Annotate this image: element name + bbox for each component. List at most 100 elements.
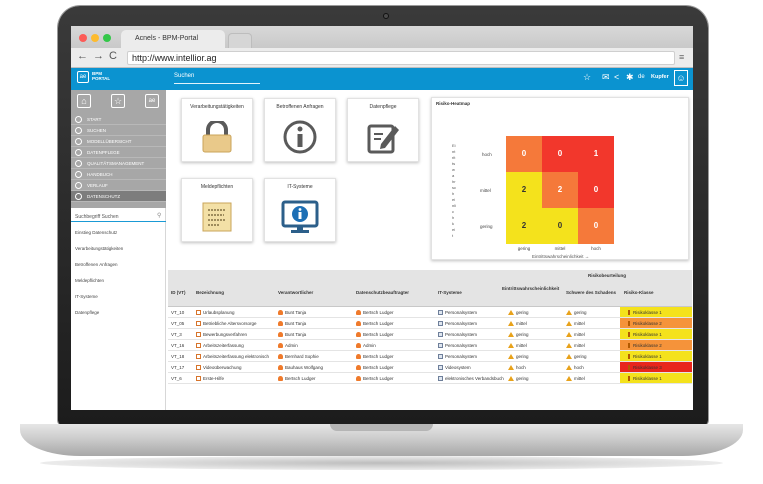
minimize-window-icon[interactable] <box>91 34 99 42</box>
col-header-schwere[interactable]: Schwere des Schadens <box>566 290 616 295</box>
sidebar-item-qualitaetsmanagement[interactable]: QUALITÄTSMANAGEMENT <box>71 158 166 169</box>
person-icon <box>278 310 283 315</box>
person-icon <box>278 321 283 326</box>
tile-betroffenen-anfragen[interactable]: Betroffenen Anfragen <box>264 98 336 162</box>
table-row[interactable]: VT_16 Arbeitszeiterfassung Admin Admin Perso… <box>168 340 692 351</box>
heatmap-cell[interactable]: 0 <box>542 136 578 172</box>
home-icon[interactable]: ⌂ <box>77 94 91 108</box>
favorites-icon[interactable]: ☆ <box>111 94 125 108</box>
table-row[interactable]: VT_6 Erste-Hilfe Bertsch Ludger Bertsch Lud… <box>168 373 692 384</box>
sidebar-search-input[interactable]: Suchbegriff Suchen ⚲ <box>71 210 166 222</box>
edit-document-icon <box>348 117 418 157</box>
heatmap-cell[interactable]: 0 <box>506 136 542 172</box>
heatmap-cell[interactable]: 0 <box>578 172 614 208</box>
hamburger-icon[interactable]: ≡ <box>679 52 684 62</box>
cell-risiko-klasse: Risikoklasse 1 <box>620 329 692 339</box>
url-input[interactable]: http://www.intellior.ag <box>127 51 675 65</box>
heatmap-cell[interactable]: 2 <box>506 172 542 208</box>
user-name[interactable]: Kupfer <box>651 74 669 80</box>
sidebar-link-meldepflichten[interactable]: Meldepflichten <box>75 278 104 283</box>
sidebar-item-handbuch[interactable]: HANDBUCH <box>71 169 166 180</box>
heatmap-col-label: hoch <box>591 246 601 251</box>
heatmap-cell[interactable]: 1 <box>578 136 614 172</box>
risk-marker-icon <box>628 376 630 381</box>
cell-verantwortlicher-text: Bernhard Sophie <box>285 354 319 359</box>
cell-schwere: mittel <box>566 343 585 348</box>
maximize-window-icon[interactable] <box>103 34 111 42</box>
table-row[interactable]: VT_05 Betriebliche Altersvorsorge Bunt Tan… <box>168 318 692 329</box>
sidebar-search-placeholder: Suchbegriff Suchen <box>75 214 119 220</box>
browser-tab[interactable]: Acnels - BPM-Portal <box>121 30 225 48</box>
cell-bezeichnung: Arbeitszeiterfassung elektronisch <box>196 354 269 359</box>
sidebar-link-datenpflege[interactable]: Datenpflege <box>75 310 99 315</box>
sidebar-item-verlauf[interactable]: VERLAUF <box>71 180 166 191</box>
sidebar-item-datenpflege[interactable]: DATENPFLEGE <box>71 147 166 158</box>
warning-icon <box>566 365 572 370</box>
col-header-id[interactable]: ID (VT) <box>171 290 186 295</box>
col-header-it-systeme[interactable]: IT-Systeme <box>438 290 462 295</box>
cell-it-system: Personalsystem <box>438 332 477 337</box>
cell-schwere-text: mittel <box>574 343 585 348</box>
mail-icon[interactable]: ✉ <box>602 72 610 83</box>
history-icon <box>75 182 82 189</box>
table-row[interactable]: VT_18 Arbeitszeiterfassung elektronisch Be… <box>168 351 692 362</box>
cell-dsb: Bertsch Ludger <box>356 321 394 326</box>
header-search-label[interactable]: Suchen <box>174 73 194 79</box>
cell-verantwortlicher-text: Bunt Tanja <box>285 310 307 315</box>
table-row[interactable]: VT_17 Videoüberwachung Bauhaus Wolfgang Ber… <box>168 362 692 373</box>
reload-icon[interactable]: C <box>109 50 117 62</box>
col-header-dsb[interactable]: Datenschutzbeauftragter <box>356 290 409 295</box>
cell-id: VT_16 <box>171 343 184 348</box>
cell-risiko-text: Risikoklasse 1 <box>633 310 662 315</box>
cell-risiko-klasse: Risikoklasse 1 <box>620 351 692 361</box>
cell-risiko-klasse: Risikoklasse 2 <box>620 340 692 350</box>
sidebar-link-verarbeitung[interactable]: Verarbeitungstätigkeiten <box>75 246 123 251</box>
cell-eintritt: mittel <box>508 321 527 326</box>
document-icon <box>196 321 201 326</box>
heatmap-cell[interactable]: 2 <box>506 208 542 244</box>
tile-meldepflichten[interactable]: Meldepflichten <box>181 178 253 242</box>
col-header-eintritt[interactable]: Eintrittswahrscheinlichkeit <box>502 286 562 291</box>
tile-datenpflege[interactable]: Datenpflege <box>347 98 419 162</box>
new-tab-button[interactable] <box>228 33 252 48</box>
heatmap-cell[interactable]: 2 <box>542 172 578 208</box>
sidebar-item-datenschutz[interactable]: DATENSCHUTZ <box>71 191 166 202</box>
cell-bezeichnung-text: Arbeitszeiterfassung elektronisch <box>203 354 270 359</box>
heatmap-cell[interactable]: 0 <box>578 208 614 244</box>
avatar-icon[interactable]: ☺ <box>674 70 688 86</box>
cell-risiko-text: Risikoklasse 2 <box>633 343 662 348</box>
language-icon[interactable]: de <box>638 74 645 80</box>
sidebar-item-suchen[interactable]: SUCHEN <box>71 125 166 136</box>
app-header: ae BPM PORTAL Suchen ☆ ✉ < ✱ de Kupfer ☺ <box>71 68 693 90</box>
accessibility-icon[interactable]: ✱ <box>626 72 634 83</box>
arrow-right-icon[interactable]: → <box>93 50 104 62</box>
cell-risiko-text: Risikoklasse 1 <box>633 376 662 381</box>
search-icon[interactable]: ⚲ <box>157 212 161 219</box>
person-icon <box>356 343 361 348</box>
cell-bezeichnung: Videoüberwachung <box>196 365 241 370</box>
sidebar-link-einstieg[interactable]: Einstieg Datenschutz <box>75 230 117 235</box>
close-window-icon[interactable] <box>79 34 87 42</box>
cell-dsb-text: Bertsch Ludger <box>363 354 394 359</box>
tile-verarbeitungstaetigkeiten[interactable]: Verarbeitungstätigkeiten <box>181 98 253 162</box>
arrow-left-icon[interactable]: ← <box>77 50 88 62</box>
ae-icon[interactable]: ae <box>145 94 159 108</box>
table-row[interactable]: VT_3 Bewerbungsverfahren Bunt Tanja Bertsch… <box>168 329 692 340</box>
search-icon <box>75 127 82 134</box>
sidebar-link-betroffenen[interactable]: Betroffenen Anfragen <box>75 262 117 267</box>
logo-mark[interactable]: ae <box>77 71 89 83</box>
sidebar-item-start[interactable]: START <box>71 114 166 125</box>
tile-it-systeme[interactable]: IT-Systeme <box>264 178 336 242</box>
cell-verantwortlicher-text: Bunt Tanja <box>285 321 307 326</box>
col-header-bezeichnung[interactable]: Bezeichnung <box>196 290 224 295</box>
sidebar-item-modelluebersicht[interactable]: MODELLÜBERSICHT <box>71 136 166 147</box>
sidebar-link-it-systeme[interactable]: IT-Systeme <box>75 294 98 299</box>
heatmap-cell[interactable]: 0 <box>542 208 578 244</box>
table-row[interactable]: VT_10 Urlaubsplanung Bunt Tanja Bertsch Lud… <box>168 307 692 318</box>
col-header-risiko[interactable]: Risiko-Klasse <box>624 290 654 295</box>
col-header-verantwortlicher[interactable]: Verantwortlicher <box>278 290 313 295</box>
share-icon[interactable]: < <box>614 72 619 82</box>
cell-id: VT_17 <box>171 365 184 370</box>
star-icon[interactable]: ☆ <box>583 72 591 83</box>
system-icon <box>438 343 443 348</box>
